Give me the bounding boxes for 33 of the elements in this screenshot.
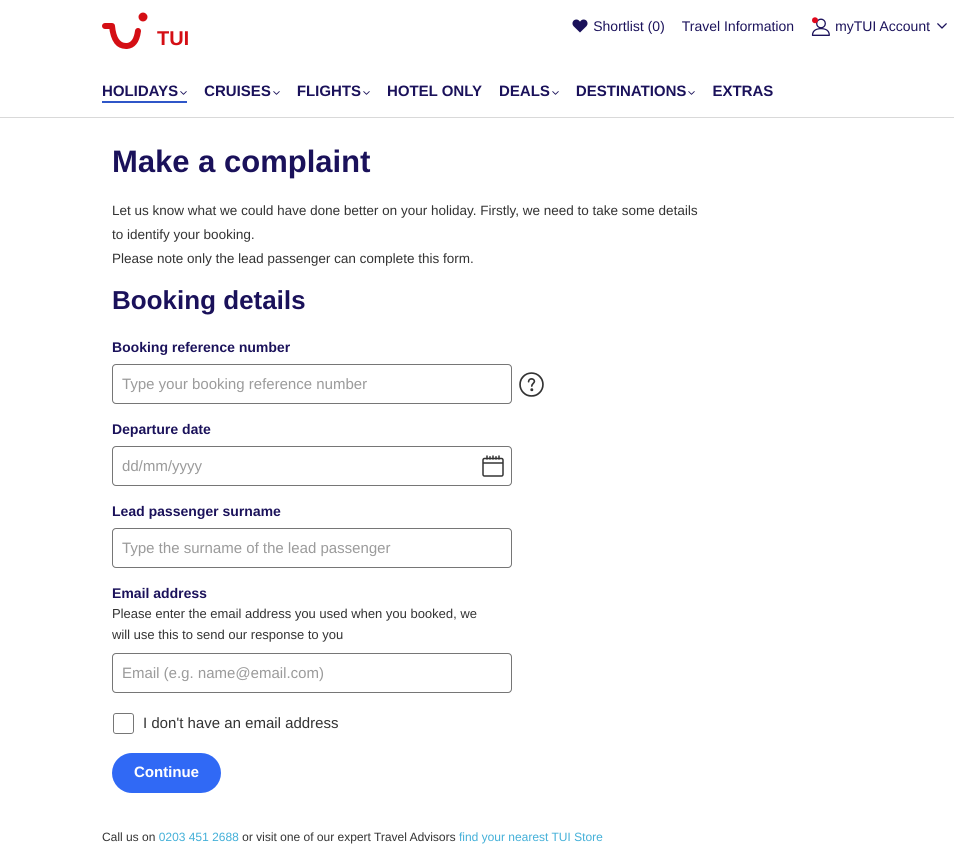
continue-button[interactable]: Continue — [112, 753, 221, 793]
text-field[interactable]: Type your booking reference number — [112, 364, 512, 404]
field-label: Lead passenger surname — [112, 502, 282, 521]
nav-link[interactable]: EXTRAS — [712, 83, 774, 103]
field-hint: Please enter the email address you used when you booked, we will use this to send our response to you — [112, 605, 478, 644]
help-icon[interactable] — [519, 372, 544, 396]
email-field[interactable]: Email (e.g. name@email.com) — [112, 653, 512, 693]
nav-link[interactable]: FLIGHTS — [296, 83, 370, 103]
checkbox-label: I don't have an email address — [143, 714, 338, 734]
checkbox[interactable] — [113, 713, 134, 734]
text-field[interactable]: Type the surname of the lead passenger — [112, 528, 512, 568]
intro-paragraph: Please note only the lead passenger can complete this form. — [112, 250, 475, 268]
smile-logo-icon — [102, 12, 148, 52]
calendar-icon[interactable] — [482, 455, 504, 477]
logo-text: TUI — [157, 28, 190, 50]
footer-text: Call us on 0203 451 2688 or visit one of our expert Travel Advisors find your nearest TUI Store — [102, 829, 604, 845]
nav-link[interactable]: HOTEL ONLY — [387, 83, 482, 103]
heart-icon — [572, 19, 588, 33]
nav-link[interactable]: HOLIDAYS — [102, 83, 188, 103]
nav-link[interactable]: DESTINATIONS — [576, 83, 696, 103]
nav-link[interactable]: CRUISES — [204, 83, 280, 103]
header-link[interactable]: Shortlist (0) — [572, 16, 665, 36]
section-title: Booking details — [112, 284, 307, 316]
page-title: Make a complaint — [112, 143, 372, 181]
field-label: Email address — [112, 584, 208, 603]
nav-link[interactable]: DEALS — [499, 83, 559, 103]
field-label: Booking reference number — [112, 338, 292, 357]
header-link[interactable]: Travel Information — [682, 16, 794, 36]
date-field[interactable]: dd/mm/yyyy — [112, 446, 512, 486]
header-link[interactable]: myTUI Account — [811, 16, 947, 36]
user-icon — [811, 16, 830, 36]
intro-paragraph: Let us know what we could have done better on your holiday. Firstly, we need to take some details to identify your booking. — [112, 202, 699, 244]
field-label: Departure date — [112, 420, 212, 439]
